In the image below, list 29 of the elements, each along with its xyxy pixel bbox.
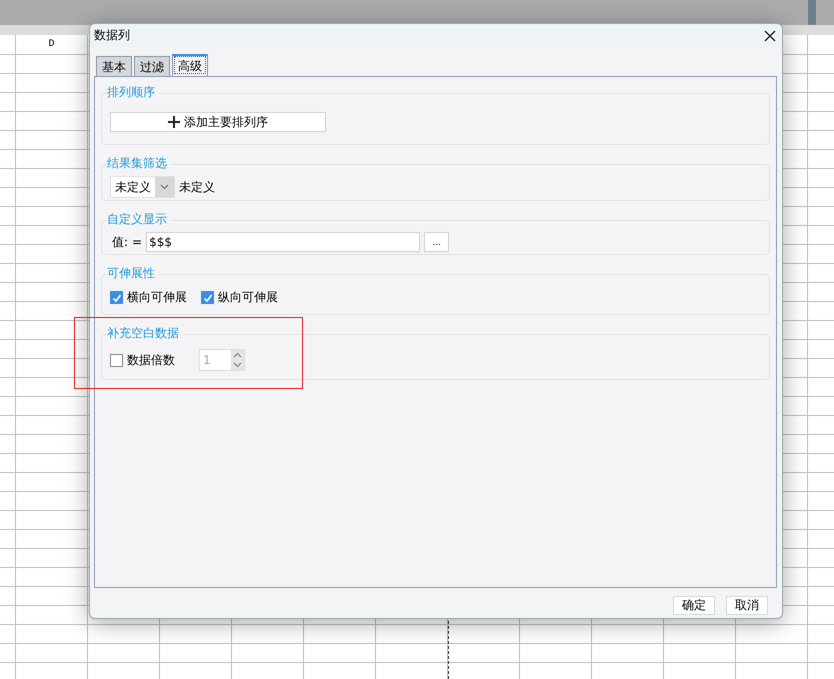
toolbar-marker — [808, 0, 816, 25]
window-title: 数据列 — [94, 27, 130, 44]
group-title: 排列顺序 — [107, 84, 159, 101]
cancel-button[interactable]: 取消 — [726, 596, 768, 615]
filter-value: 未定义 — [179, 178, 215, 196]
checkbox[interactable] — [110, 354, 123, 366]
checkbox-label: 纵向可伸展 — [218, 289, 278, 306]
plus-icon — [168, 116, 180, 128]
value-label: 值: — [112, 234, 128, 250]
checkbox-label: 数据倍数 — [127, 352, 175, 368]
checkbox-label: 横向可伸展 — [127, 289, 187, 306]
close-icon[interactable] — [764, 30, 776, 42]
tab[interactable]: 基本 — [96, 56, 132, 76]
checkbox[interactable] — [110, 291, 123, 304]
ok-button[interactable]: 确定 — [673, 596, 715, 615]
filter-dropdown[interactable]: 未定义 — [110, 176, 175, 198]
add-sort-button[interactable]: 添加主要排列序 — [110, 112, 326, 132]
tab[interactable]: 过滤 — [134, 56, 170, 76]
tab[interactable]: 高级 — [172, 54, 208, 76]
group-title: 结果集筛选 — [107, 155, 171, 172]
group-title: 自定义显示 — [107, 211, 171, 228]
checkbox[interactable] — [201, 291, 214, 304]
value-input[interactable]: $$$ — [146, 232, 420, 252]
group-title: 可伸展性 — [107, 265, 159, 282]
equals-sign: = — [132, 235, 142, 249]
caret-icon — [160, 184, 169, 190]
more-button[interactable]: ... — [424, 232, 450, 252]
group-title: 补充空白数据 — [107, 325, 183, 342]
column-header: D — [16, 35, 88, 54]
